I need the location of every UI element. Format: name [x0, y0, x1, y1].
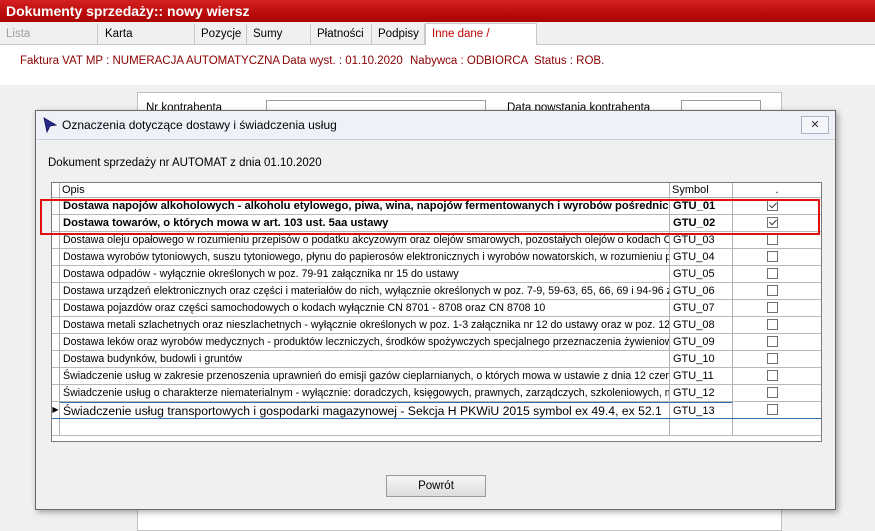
- table-row[interactable]: Świadczenie usług w zakresie przenoszeni…: [52, 368, 821, 385]
- cell-checkbox: [733, 317, 821, 333]
- gtu-checkbox[interactable]: [767, 268, 778, 279]
- dialog-title-bar: Oznaczenia dotyczące dostawy i świadczen…: [36, 111, 835, 140]
- cell-checkbox: [733, 266, 821, 282]
- gtu-checkbox[interactable]: [767, 387, 778, 398]
- cell-checkbox: [733, 334, 821, 350]
- row-indicator: [52, 368, 60, 384]
- document-status: Status : ROB.: [534, 55, 605, 67]
- cell-symbol: GTU_06: [670, 283, 733, 299]
- table-row[interactable]: ▶ Świadczenie usług transportowych i gosp…: [52, 402, 821, 419]
- dialog-title: Oznaczenia dotyczące dostawy i świadczen…: [62, 118, 337, 132]
- gtu-dialog: Oznaczenia dotyczące dostawy i świadczen…: [35, 110, 836, 510]
- column-header-symbol[interactable]: Symbol: [670, 183, 733, 198]
- cell-symbol: GTU_12: [670, 385, 733, 401]
- cell-checkbox: [733, 402, 821, 418]
- issue-date: Data wyst. : 01.10.2020: [282, 55, 403, 67]
- tab-pozycje[interactable]: Pozycje: [195, 24, 247, 44]
- empty-row: [52, 419, 821, 436]
- row-indicator: [52, 419, 60, 435]
- cell-checkbox: [733, 351, 821, 367]
- cell-symbol: GTU_05: [670, 266, 733, 282]
- powrot-button[interactable]: Powrót: [386, 475, 486, 497]
- arrow-cursor-icon: [42, 117, 58, 134]
- document-line: Dokument sprzedaży nr AUTOMAT z dnia 01.…: [48, 157, 322, 169]
- column-header-check[interactable]: .: [733, 183, 821, 198]
- row-indicator: [52, 266, 60, 282]
- tab-platnosci[interactable]: Płatności: [311, 24, 372, 44]
- gtu-checkbox[interactable]: [767, 234, 778, 245]
- row-indicator: ▶: [52, 402, 60, 418]
- document-info-bar: Faktura VAT MP : NUMERACJA AUTOMATYCZNA …: [0, 45, 875, 85]
- cell-opis: Dostawa leków oraz wyrobów medycznych - …: [60, 334, 670, 350]
- table-row[interactable]: Dostawa urządzeń elektronicznych oraz cz…: [52, 283, 821, 300]
- cell-opis: Dostawa odpadów - wyłącznie określonych …: [60, 266, 670, 282]
- row-indicator: [52, 300, 60, 316]
- cell-opis: Świadczenie usług transportowych i gospo…: [60, 402, 670, 418]
- cell-opis: Dostawa urządzeń elektronicznych oraz cz…: [60, 283, 670, 299]
- table-row[interactable]: Dostawa budynków, budowli i gruntów GTU_1…: [52, 351, 821, 368]
- table-row[interactable]: Dostawa odpadów - wyłącznie określonych …: [52, 266, 821, 283]
- gtu-checkbox[interactable]: [767, 336, 778, 347]
- cell-symbol: GTU_10: [670, 351, 733, 367]
- window-title: Dokumenty sprzedaży:: nowy wiersz: [0, 0, 875, 22]
- buyer: Nabywca : ODBIORCA: [410, 55, 529, 67]
- gtu-checkbox[interactable]: [767, 353, 778, 364]
- cell-opis: [60, 419, 670, 435]
- cell-opis: Dostawa wyrobów tytoniowych, suszu tyton…: [60, 249, 670, 265]
- cell-checkbox: [733, 385, 821, 401]
- gtu-checkbox[interactable]: [767, 404, 778, 415]
- tab-podpisy[interactable]: Podpisy: [372, 24, 425, 44]
- cell-opis: Świadczenie usług w zakresie przenoszeni…: [60, 368, 670, 384]
- cell-opis: Dostawa budynków, budowli i gruntów: [60, 351, 670, 367]
- row-indicator: [52, 249, 60, 265]
- cell-checkbox: [733, 368, 821, 384]
- row-indicator: [52, 351, 60, 367]
- cell-checkbox: [733, 300, 821, 316]
- tab-lista-dokumentow[interactable]: Lista dokumentów: [0, 24, 98, 60]
- table-row[interactable]: Dostawa pojazdów oraz części samochodowy…: [52, 300, 821, 317]
- tab-inne-dane-jpk[interactable]: Inne dane / JPK_V7: [425, 23, 537, 60]
- table-row[interactable]: Dostawa leków oraz wyrobów medycznych - …: [52, 334, 821, 351]
- tab-sumy-vat[interactable]: Sumy VAT: [247, 24, 311, 60]
- table-row[interactable]: Dostawa metali szlachetnych oraz nieszla…: [52, 317, 821, 334]
- table-row[interactable]: Świadczenie usług o charakterze niemater…: [52, 385, 821, 402]
- grid-indicator-header: [52, 183, 60, 198]
- gtu-checkbox[interactable]: [767, 370, 778, 381]
- cell-symbol: GTU_09: [670, 334, 733, 350]
- cell-symbol: GTU_11: [670, 368, 733, 384]
- close-button[interactable]: ✕: [801, 116, 829, 134]
- document-type: Faktura VAT MP : NUMERACJA AUTOMATYCZNA: [20, 55, 281, 67]
- gtu-checkbox[interactable]: [767, 302, 778, 313]
- tab-karta-dokumentu[interactable]: Karta dokumentu: [99, 24, 195, 60]
- highlight-box: [40, 199, 820, 235]
- table-row[interactable]: Dostawa wyrobów tytoniowych, suszu tyton…: [52, 249, 821, 266]
- tab-bar: Lista dokumentów Karta dokumentu Pozycje…: [0, 22, 875, 60]
- cell-opis: Świadczenie usług o charakterze niemater…: [60, 385, 670, 401]
- cell-symbol: GTU_07: [670, 300, 733, 316]
- row-indicator: [52, 385, 60, 401]
- cell-symbol: GTU_08: [670, 317, 733, 333]
- cell-symbol: [670, 419, 733, 435]
- cell-opis: Dostawa pojazdów oraz części samochodowy…: [60, 300, 670, 316]
- row-indicator: [52, 317, 60, 333]
- column-header-opis[interactable]: Opis: [60, 183, 670, 198]
- gtu-checkbox[interactable]: [767, 319, 778, 330]
- row-indicator: [52, 283, 60, 299]
- cell-symbol: GTU_04: [670, 249, 733, 265]
- cell-checkbox: [733, 283, 821, 299]
- cell-symbol: GTU_13: [670, 402, 733, 418]
- row-indicator: [52, 334, 60, 350]
- gtu-checkbox[interactable]: [767, 285, 778, 296]
- cell-opis: Dostawa metali szlachetnych oraz nieszla…: [60, 317, 670, 333]
- cell-checkbox: [733, 249, 821, 265]
- close-icon: ✕: [810, 119, 820, 131]
- gtu-checkbox[interactable]: [767, 251, 778, 262]
